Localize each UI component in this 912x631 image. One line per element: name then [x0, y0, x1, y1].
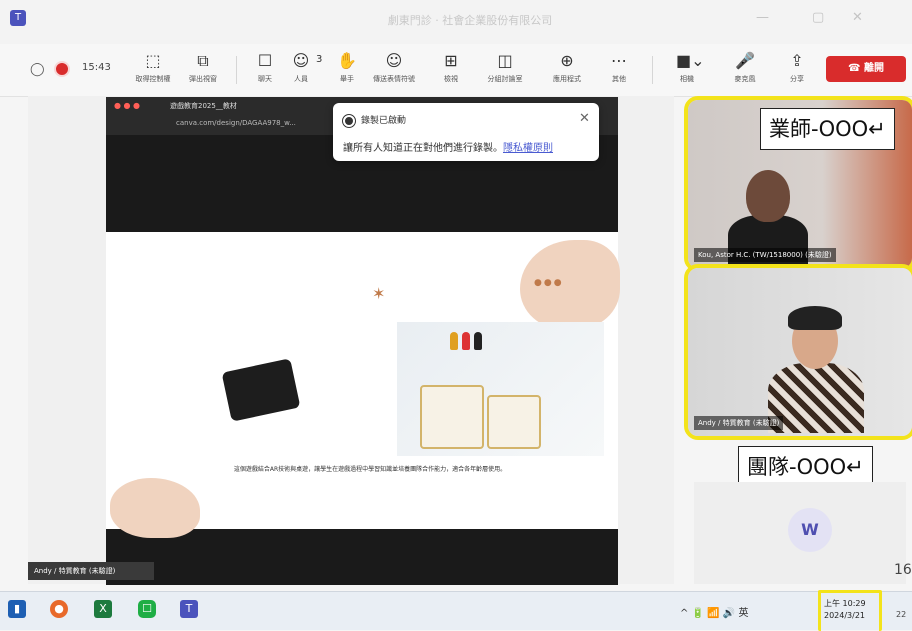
more-icon: ⋯ — [611, 51, 627, 70]
participant-name: Andy / 特質教育 (未驗證) — [694, 416, 784, 430]
page-number: 16 — [894, 562, 912, 578]
teams-icon[interactable]: T — [180, 600, 198, 618]
popout-icon: ⧉ — [197, 51, 209, 70]
presenter-label: Andy / 特質教育 (未驗證) — [28, 562, 154, 580]
game-piece — [474, 332, 482, 350]
avatar: W — [788, 508, 832, 552]
participant-video — [746, 170, 790, 222]
excel-icon[interactable]: X — [94, 600, 112, 618]
take-control-button[interactable]: ⬚ 取得控制權 — [126, 50, 180, 94]
taskbar-clock[interactable]: 上午 10:29 2024/3/21 — [824, 598, 866, 622]
meeting-toolbar: ◯ 15:43 ⬚ 取得控制權 ⧉ 彈出視窗 ☐ 聊天 ☺ 人員 3 ✋ 舉手 ☺ 傳送表情… — [0, 44, 912, 97]
photo-caption: Taiwan's first AR education game — [283, 432, 367, 452]
dots-decoration: ●●● — [534, 278, 564, 288]
mic-icon: 🎤 — [735, 51, 755, 70]
game-piece — [462, 332, 470, 350]
system-tray[interactable]: ^ 🔋 📶 🔊 英 — [680, 604, 748, 619]
breakout-icon: ◫ — [497, 51, 513, 70]
edge-digits: 22 — [896, 610, 907, 619]
close-window-button[interactable]: ✕ — [852, 10, 863, 25]
divider — [652, 56, 653, 84]
reactions-button[interactable]: ☺ 傳送表情符號 — [367, 50, 421, 94]
participant-tile[interactable]: Andy / 特質教育 (未驗證) — [684, 264, 912, 440]
participant-name: Kou, Astor H.C. (TW/1518000) (未驗證) — [694, 248, 836, 262]
apps-icon: ⊕ — [560, 51, 574, 70]
reactions-icon: ☺ — [385, 51, 403, 70]
view-icon: ⊞ — [444, 51, 458, 70]
raise-hand-button[interactable]: ✋ 舉手 — [320, 50, 374, 94]
game-card — [420, 385, 484, 449]
notification-title: 錄製已啟動 — [361, 116, 407, 126]
line-icon[interactable]: ☐ — [138, 600, 156, 618]
taskbar — [0, 591, 912, 630]
mic-button[interactable]: 🎤 麥克風 — [718, 50, 772, 94]
more-button[interactable]: ⋯ 其他 — [592, 50, 646, 94]
people-icon: ☺ — [292, 51, 310, 70]
divider — [236, 56, 237, 84]
minimize-button[interactable]: — — [756, 10, 769, 25]
camera-button[interactable]: ■⌄ 相機 — [660, 50, 714, 94]
sparkle-icon: ✶ — [372, 284, 386, 303]
popout-button[interactable]: ⧉ 彈出視窗 — [176, 50, 230, 94]
teams-icon: T — [10, 10, 26, 26]
title-bar: T 劇東門診 · 社會企業股份有限公司 — ▢ ✕ — [0, 0, 912, 44]
window-title: 劇東門診 · 社會企業股份有限公司 — [387, 14, 553, 27]
share-control-icon: ⬚ — [145, 51, 161, 70]
tablet-image — [221, 358, 301, 422]
shield-icon: ◯ — [30, 62, 45, 77]
raise-hand-icon: ✋ — [337, 51, 357, 70]
view-button[interactable]: ⊞ 檢視 — [424, 50, 478, 94]
address-bar[interactable]: canva.com/design/DAGAA978_w... — [176, 119, 296, 127]
firefox-icon[interactable]: ● — [50, 600, 68, 618]
browser-dots-icon: ● ● ● — [114, 101, 141, 110]
breakout-rooms-button[interactable]: ◫ 分組討論室 — [478, 50, 532, 94]
recording-icon — [54, 61, 70, 77]
share-icon: ⇪ — [790, 51, 804, 70]
record-icon — [342, 114, 356, 128]
call-duration: 15:43 — [82, 62, 111, 73]
privacy-policy-link[interactable]: 隱私權原則 — [503, 143, 553, 154]
share-button[interactable]: ⇪ 分享 — [770, 50, 824, 94]
mentor-callout: 業師-OOO↵ — [760, 108, 895, 150]
phone-hangup-icon: ☎ — [848, 63, 864, 74]
camera-icon: ■⌄ — [676, 51, 705, 70]
browser-tab[interactable]: 遊戲教育2025__教材 — [170, 101, 237, 111]
close-icon[interactable]: ✕ — [579, 111, 590, 126]
game-card — [487, 395, 541, 449]
recording-notification: 錄製已啟動 ✕ 讓所有人知道正在對他們進行錄製。隱私權原則 — [333, 103, 599, 161]
apps-button[interactable]: ⊕ 應用程式 — [540, 50, 594, 94]
participant-video — [788, 306, 842, 330]
taskbar-app-icon[interactable]: ▮ — [8, 600, 26, 618]
game-piece — [450, 332, 458, 350]
leave-button[interactable]: ☎ 離開 — [826, 56, 906, 82]
notification-body: 讓所有人知道正在對他們進行錄製。隱私權原則 — [343, 143, 553, 154]
maximize-button[interactable]: ▢ — [812, 10, 824, 25]
slide-body-text: 這個遊戲結合AR技術與桌遊，讓學生在遊戲過程中學習知識並培養團隊合作能力，適合各… — [233, 466, 507, 473]
chat-icon: ☐ — [257, 51, 273, 70]
